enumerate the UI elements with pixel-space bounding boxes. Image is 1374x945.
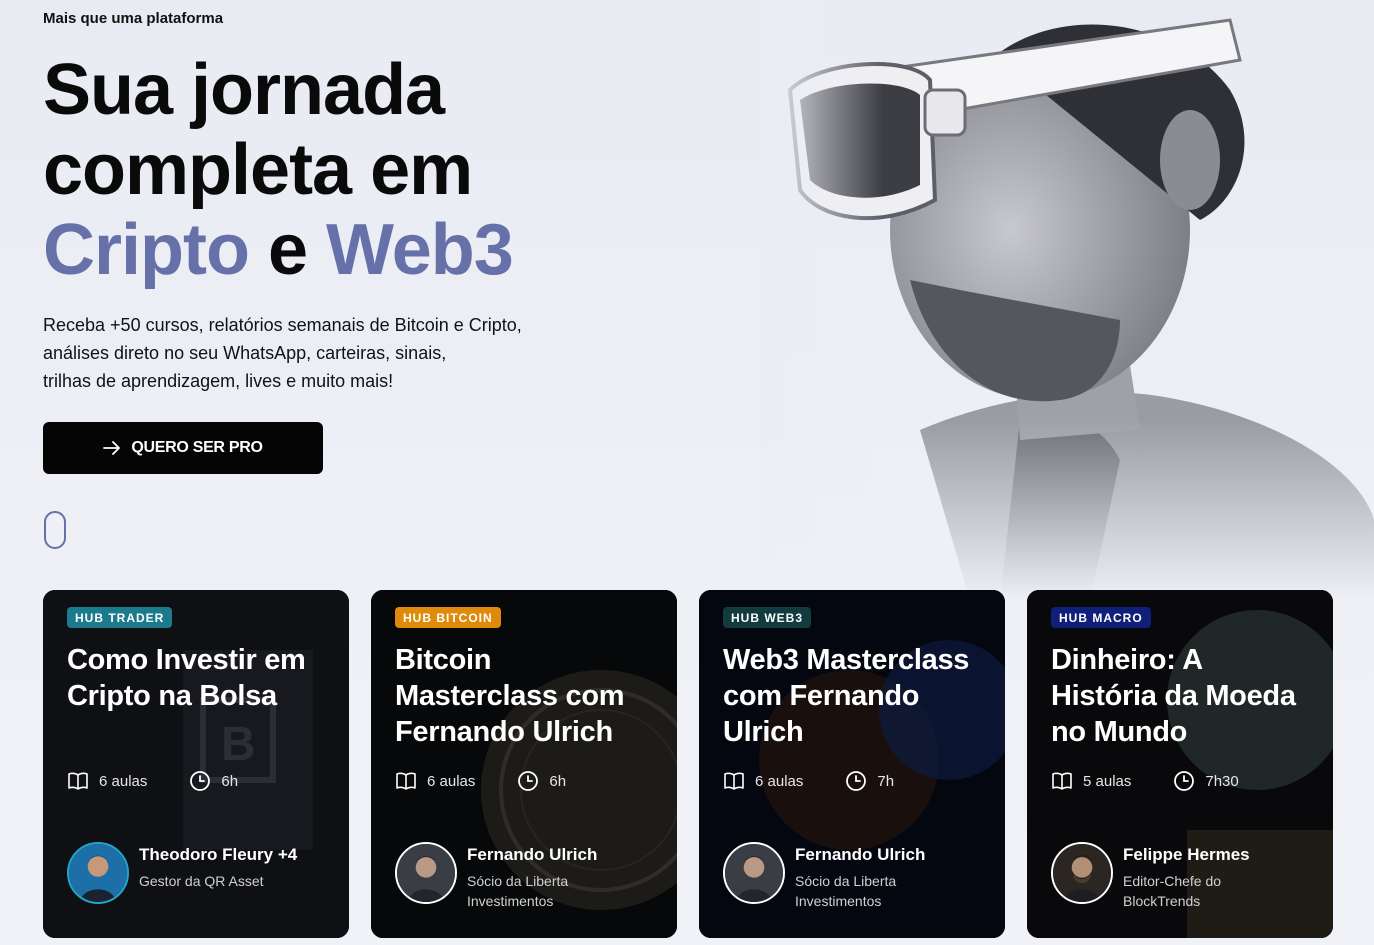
- hub-badge: HUB BITCOIN: [395, 607, 501, 628]
- course-card[interactable]: HUB WEB3 Web3 Masterclass com Fernando U…: [699, 590, 1005, 938]
- author-role: Gestor da QR Asset: [139, 873, 264, 889]
- arrow-right-icon: [103, 441, 121, 455]
- author-name: Felippe Hermes: [1123, 845, 1250, 864]
- avatar: [395, 842, 457, 904]
- clock-icon: [846, 771, 867, 791]
- course-card[interactable]: HUB BITCOIN Bitcoin Masterclass com Fern…: [371, 590, 677, 938]
- book-icon: [396, 772, 416, 790]
- avatar: [1051, 842, 1113, 904]
- duration: 6h: [549, 772, 567, 790]
- headline-accent-cripto: Cripto: [43, 210, 250, 290]
- author-name: Fernando Ulrich: [795, 845, 926, 864]
- course-meta: 6 aulas 7h: [723, 770, 894, 792]
- subtitle-line: análises direto no seu WhatsApp, carteir…: [43, 343, 447, 363]
- author-name: Fernando Ulrich: [467, 845, 598, 864]
- hero-subtitle: Receba +50 cursos, relatórios semanais d…: [43, 311, 583, 395]
- lessons-count: 6 aulas: [427, 772, 476, 790]
- clock-icon: [190, 771, 211, 791]
- author-name: Theodoro Fleury +4: [139, 845, 298, 864]
- lessons-count: 6 aulas: [99, 772, 148, 790]
- clock-icon: [1174, 771, 1195, 791]
- lessons-count: 6 aulas: [755, 772, 804, 790]
- headline-connector: e: [248, 210, 327, 290]
- author-role: Editor-Chefe do BlockTrends: [1123, 873, 1222, 909]
- avatar: [723, 842, 785, 904]
- hub-badge: HUB WEB3: [723, 607, 812, 628]
- headline-accent-web3: Web3: [326, 210, 514, 290]
- cta-label: QUERO SER PRO: [131, 439, 263, 456]
- duration: 7h30: [1205, 772, 1239, 790]
- course-card[interactable]: B HUB TRADER Como Investir em Cripto na …: [43, 590, 349, 938]
- course-meta: 6 aulas 6h: [395, 770, 566, 792]
- course-title: Web3 Masterclass com Fernando Ulrich: [723, 644, 970, 748]
- course-title: Dinheiro: A História da Moeda no Mundo: [1051, 644, 1296, 748]
- hero-image: [760, 0, 1374, 600]
- author-role: Sócio da Liberta Investimentos: [795, 873, 897, 909]
- subtitle-line: trilhas de aprendizagem, lives e muito m…: [43, 371, 394, 391]
- headline-line-1: Sua jornada: [43, 50, 445, 130]
- course-author: Fernando Ulrich Sócio da Liberta Investi…: [723, 842, 970, 911]
- course-meta: 5 aulas 7h30: [1051, 770, 1239, 792]
- scroll-indicator-icon[interactable]: [44, 511, 66, 549]
- hero-headline: Sua jornada completa em Cripto e Web3: [43, 50, 514, 290]
- duration: 7h: [877, 772, 895, 790]
- book-icon: [68, 772, 88, 790]
- hub-badge: HUB TRADER: [67, 607, 173, 628]
- course-cards: B HUB TRADER Como Investir em Cripto na …: [43, 590, 1333, 938]
- course-author: Fernando Ulrich Sócio da Liberta Investi…: [395, 842, 642, 911]
- avatar: [67, 842, 129, 904]
- quero-ser-pro-button[interactable]: QUERO SER PRO: [43, 422, 323, 474]
- hub-badge: HUB MACRO: [1051, 607, 1151, 628]
- lessons-count: 5 aulas: [1083, 772, 1132, 790]
- clock-icon: [518, 771, 539, 791]
- author-role: Sócio da Liberta Investimentos: [467, 873, 569, 909]
- book-icon: [1052, 772, 1072, 790]
- course-author: Theodoro Fleury +4 Gestor da QR Asset: [67, 842, 314, 904]
- course-title: Como Investir em Cripto na Bolsa: [67, 644, 306, 712]
- eyebrow-text: Mais que uma plataforma: [43, 10, 224, 27]
- course-card[interactable]: HUB MACRO Dinheiro: A História da Moeda …: [1027, 590, 1333, 938]
- course-title: Bitcoin Masterclass com Fernando Ulrich: [395, 644, 625, 748]
- course-author: Felippe Hermes Editor-Chefe do BlockTren…: [1051, 842, 1298, 911]
- headline-line-2: completa em: [43, 130, 473, 210]
- subtitle-line: Receba +50 cursos, relatórios semanais d…: [43, 315, 522, 335]
- book-icon: [724, 772, 744, 790]
- course-meta: 6 aulas 6h: [67, 770, 238, 792]
- duration: 6h: [221, 772, 239, 790]
